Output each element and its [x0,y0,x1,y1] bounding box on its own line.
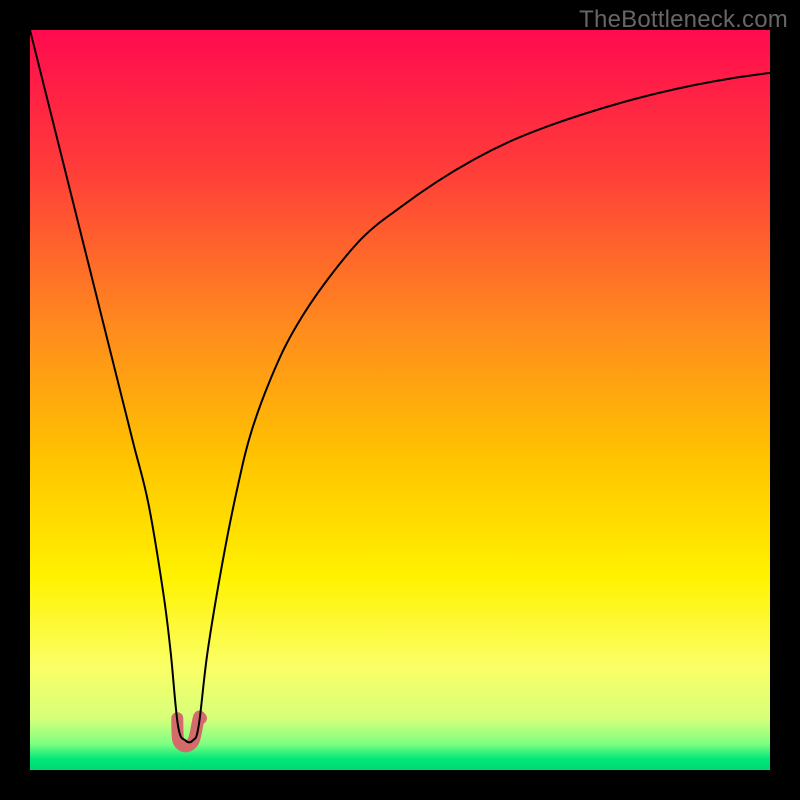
plot-area [30,30,770,770]
gradient-background [30,30,770,770]
chart-svg [30,30,770,770]
chart-stage: TheBottleneck.com [0,0,800,800]
